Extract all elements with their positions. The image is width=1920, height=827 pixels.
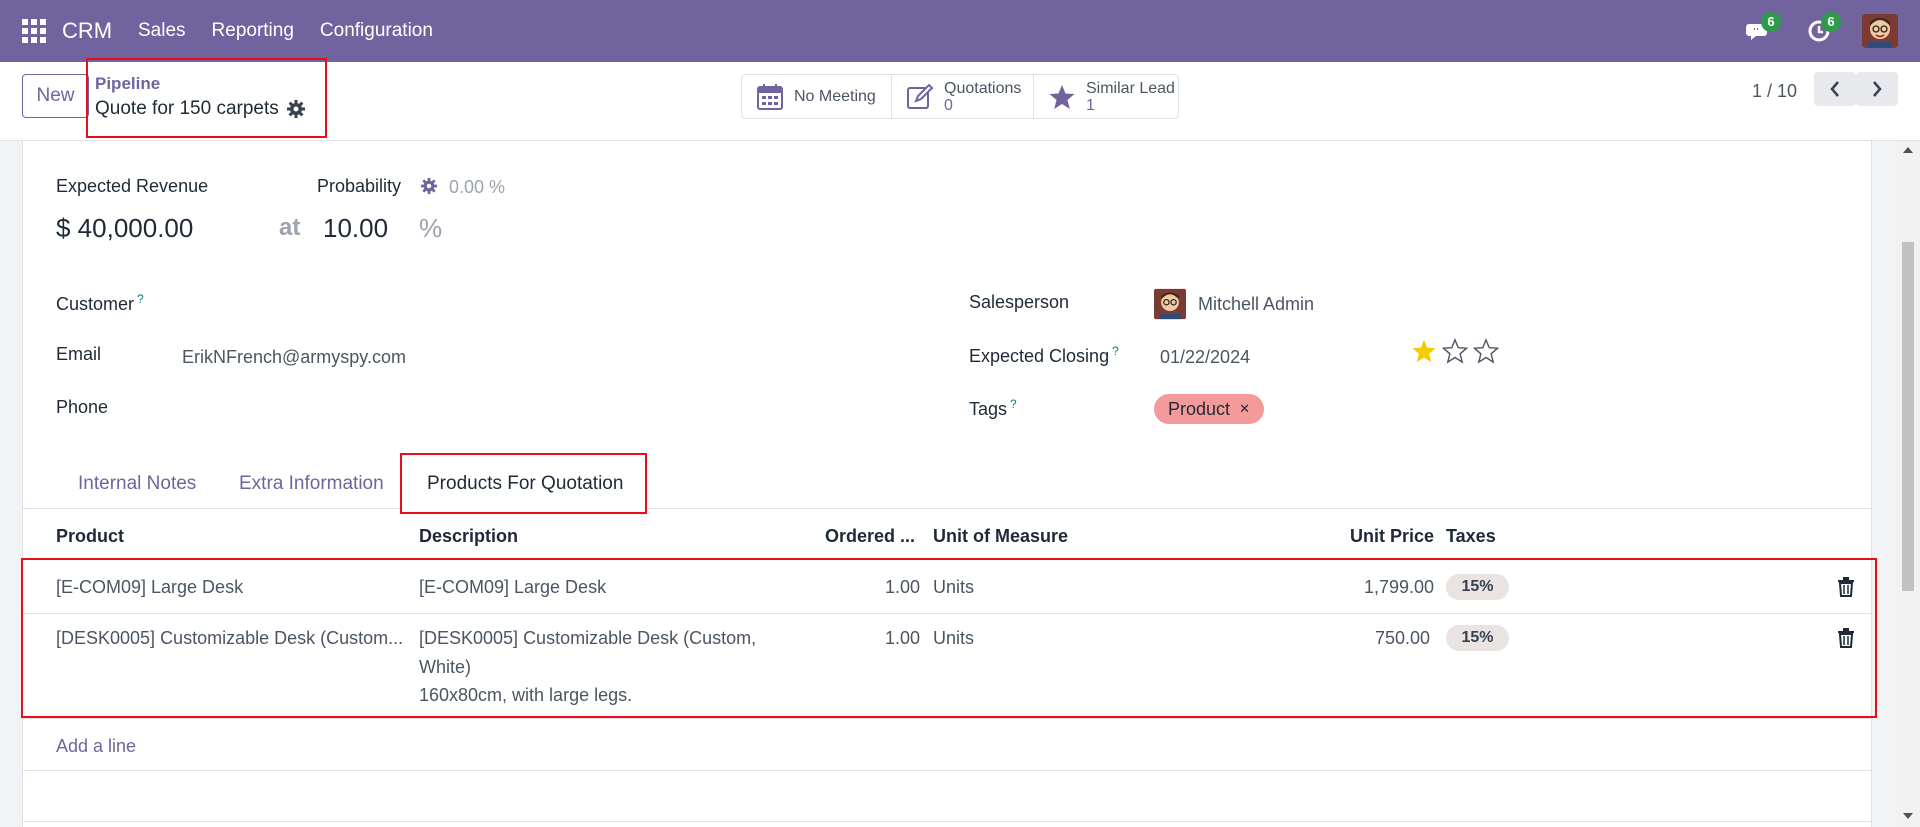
app-brand[interactable]: CRM xyxy=(62,18,112,44)
new-button[interactable]: New xyxy=(22,74,89,118)
col-unit-price[interactable]: Unit Price xyxy=(1350,526,1434,547)
email-field[interactable]: ErikNFrench@armyspy.com xyxy=(182,347,406,368)
menu-item-configuration[interactable]: Configuration xyxy=(320,20,433,42)
row-divider xyxy=(23,770,1873,771)
col-unit-of-measure[interactable]: Unit of Measure xyxy=(933,526,1068,547)
col-product[interactable]: Product xyxy=(56,526,124,547)
priority-star-empty-icon[interactable] xyxy=(1473,338,1499,364)
priority-star-empty-icon[interactable] xyxy=(1442,338,1468,364)
percent-sign: % xyxy=(419,213,443,243)
scrollbar[interactable] xyxy=(1896,141,1920,827)
tab-products-for-quotation[interactable]: Products For Quotation xyxy=(427,473,623,495)
at-label: at xyxy=(279,214,301,241)
calendar-icon xyxy=(757,83,783,110)
expected-closing-label: Expected Closing? xyxy=(969,344,1119,366)
control-panel: New Pipeline Quote for 150 carpets No Me… xyxy=(0,58,1920,141)
chevron-right-icon xyxy=(1873,81,1882,97)
col-description[interactable]: Description xyxy=(419,526,518,547)
row-divider xyxy=(23,821,1873,822)
smart-button-quotations[interactable]: Quotations 0 xyxy=(891,74,1034,119)
menu-item-sales[interactable]: Sales xyxy=(138,20,186,42)
pager-value[interactable]: 1 / 10 xyxy=(1752,81,1797,102)
expected-revenue-field[interactable]: $ 40,000.00 xyxy=(56,213,193,244)
col-ordered-qty[interactable]: Ordered ... xyxy=(825,526,915,547)
probability-label: Probability xyxy=(317,176,402,196)
customer-label: Customer? xyxy=(56,292,144,314)
menu-item-reporting[interactable]: Reporting xyxy=(212,20,294,42)
phone-label: Phone xyxy=(56,397,109,417)
activities-icon[interactable]: 6 xyxy=(1805,12,1841,46)
smart-button-label: Quotations xyxy=(944,79,1022,97)
smart-button-similar-lead[interactable]: Similar Lead 1 xyxy=(1033,74,1179,119)
row-divider xyxy=(23,718,1873,719)
tab-internal-notes[interactable]: Internal Notes xyxy=(78,473,196,495)
form-sheet: Expected Revenue $ 40,000.00 Probability… xyxy=(21,141,1877,827)
record-title: Quote for 150 carpets xyxy=(95,98,279,119)
col-taxes[interactable]: Taxes xyxy=(1446,526,1496,547)
app-grid-icon[interactable] xyxy=(22,19,48,43)
expected-closing-field[interactable]: 01/22/2024 xyxy=(1160,347,1250,368)
similar-lead-count: 1 xyxy=(1086,96,1095,114)
tabs-divider xyxy=(23,508,1873,509)
quotations-count: 0 xyxy=(944,96,953,114)
priority-stars xyxy=(1411,338,1499,364)
edit-document-icon xyxy=(907,83,934,109)
salesperson-avatar xyxy=(1154,288,1186,320)
tab-extra-information[interactable]: Extra Information xyxy=(239,473,384,495)
main-menu: Sales Reporting Configuration xyxy=(138,20,433,42)
pager-previous-button[interactable] xyxy=(1814,72,1856,106)
probability-field[interactable]: 10.00 xyxy=(323,213,388,244)
rows-highlight xyxy=(21,558,1877,718)
help-mark: ? xyxy=(1112,344,1119,358)
star-icon xyxy=(1049,84,1075,109)
salesperson-label: Salesperson xyxy=(969,292,1070,312)
probability-automated-value: 0.00 % xyxy=(449,177,506,197)
tag-badge[interactable]: Product ✕ xyxy=(1154,394,1264,424)
scroll-thumb[interactable] xyxy=(1902,242,1914,591)
add-a-line-link[interactable]: Add a line xyxy=(56,736,136,757)
gear-icon[interactable] xyxy=(286,99,306,119)
scroll-down-icon[interactable] xyxy=(1902,812,1914,820)
activities-badge: 6 xyxy=(1821,12,1841,32)
messages-icon[interactable]: 6 xyxy=(1745,12,1781,46)
tag-label: Product xyxy=(1168,399,1231,419)
top-navbar: CRM Sales Reporting Configuration 6 6 xyxy=(0,0,1920,62)
smart-button-meeting[interactable]: No Meeting xyxy=(741,74,892,119)
chevron-left-icon xyxy=(1830,81,1839,97)
user-avatar[interactable] xyxy=(1862,14,1898,48)
gear-icon[interactable] xyxy=(420,177,438,195)
expected-revenue-label: Expected Revenue xyxy=(56,176,209,196)
tag-remove-icon[interactable]: ✕ xyxy=(1239,401,1250,416)
priority-star-icon[interactable] xyxy=(1411,338,1437,364)
smart-button-label: No Meeting xyxy=(794,88,876,105)
pager-next-button[interactable] xyxy=(1856,72,1898,106)
help-mark: ? xyxy=(1010,397,1017,411)
messages-badge: 6 xyxy=(1761,12,1781,32)
salesperson-field[interactable]: Mitchell Admin xyxy=(1198,294,1314,315)
email-label: Email xyxy=(56,344,102,364)
smart-button-label: Similar Lead xyxy=(1086,79,1175,97)
tags-label: Tags? xyxy=(969,397,1017,419)
breadcrumb-pipeline[interactable]: Pipeline xyxy=(95,74,160,94)
scroll-up-icon[interactable] xyxy=(1902,146,1914,154)
help-mark: ? xyxy=(137,292,144,306)
